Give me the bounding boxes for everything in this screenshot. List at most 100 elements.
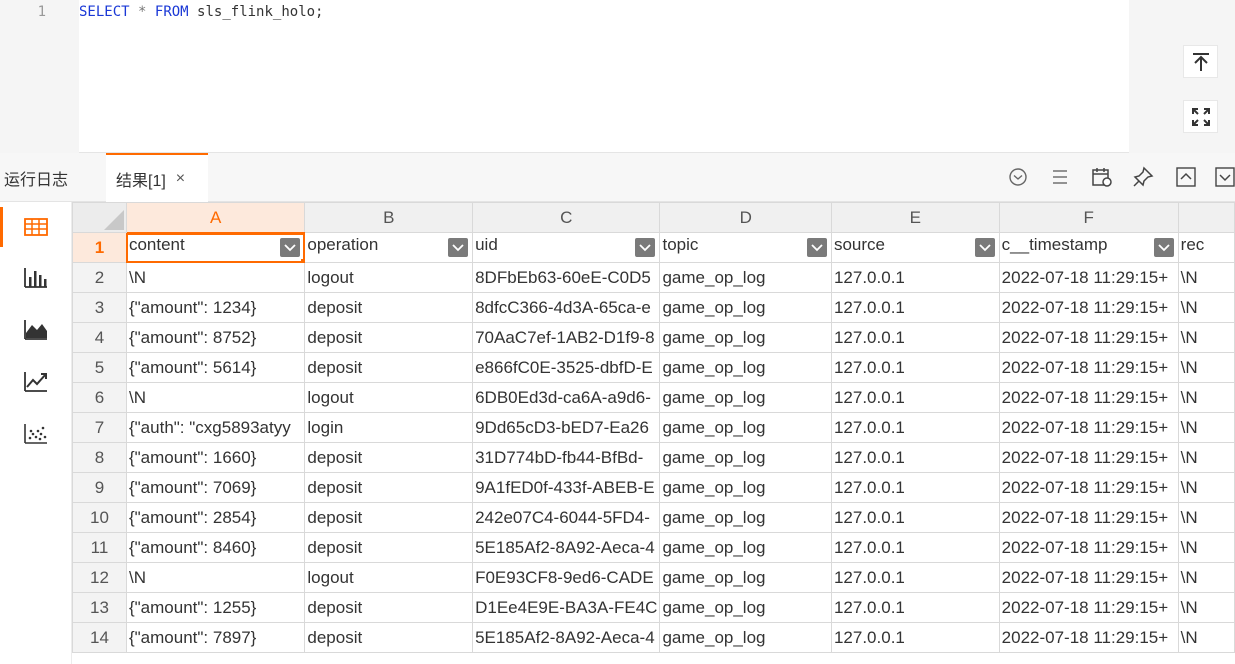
table-cell[interactable]: 31D774bD-fb44-BfBd-: [472, 442, 661, 473]
tab-result[interactable]: 结果[1] ×: [106, 153, 208, 202]
filter-dropdown-icon[interactable]: [280, 238, 301, 257]
table-cell[interactable]: game_op_log: [659, 592, 832, 623]
table-cell[interactable]: 2022-07-18 11:29:15+: [998, 262, 1179, 293]
table-cell[interactable]: {"amount": 2854}: [125, 502, 306, 533]
table-cell[interactable]: 8dfcC366-4d3A-65ca-e: [472, 292, 661, 323]
sql-editor[interactable]: 1 SELECT * FROM sls_flink_holo;: [0, 0, 1235, 153]
table-cell[interactable]: 2022-07-18 11:29:15+: [998, 352, 1179, 383]
table-cell[interactable]: 8DFbEb63-60eE-C0D5: [472, 262, 661, 293]
collapse-down-icon[interactable]: [1213, 165, 1235, 189]
scatter-chart-button[interactable]: [0, 410, 72, 456]
table-cell[interactable]: deposit: [304, 532, 474, 563]
table-cell[interactable]: 127.0.0.1: [830, 292, 1000, 323]
table-cell[interactable]: 2022-07-18 11:29:15+: [998, 592, 1179, 623]
table-cell[interactable]: 127.0.0.1: [830, 442, 1000, 473]
area-chart-button[interactable]: [0, 306, 72, 352]
table-cell[interactable]: {"amount": 1660}: [125, 442, 306, 473]
row-number[interactable]: 6: [72, 382, 127, 413]
table-cell[interactable]: \N: [1177, 352, 1235, 383]
table-cell[interactable]: 127.0.0.1: [830, 352, 1000, 383]
table-cell[interactable]: logout: [304, 262, 474, 293]
table-cell[interactable]: e866fC0E-3525-dbfD-E: [472, 352, 661, 383]
column-header-cell[interactable]: topic: [659, 232, 832, 263]
table-cell[interactable]: 2022-07-18 11:29:15+: [998, 622, 1179, 653]
table-cell[interactable]: \N: [125, 562, 306, 593]
column-letter-header[interactable]: C: [472, 202, 661, 233]
table-cell[interactable]: 127.0.0.1: [830, 262, 1000, 293]
row-number[interactable]: 3: [72, 292, 127, 323]
table-cell[interactable]: deposit: [304, 472, 474, 503]
column-header-cell[interactable]: source: [830, 232, 1000, 263]
filter-dropdown-icon[interactable]: [974, 238, 995, 257]
table-cell[interactable]: 127.0.0.1: [830, 412, 1000, 443]
column-letter-header[interactable]: F: [998, 202, 1179, 233]
table-cell[interactable]: 2022-07-18 11:29:15+: [998, 322, 1179, 353]
table-cell[interactable]: \N: [125, 382, 306, 413]
table-cell[interactable]: login: [304, 412, 474, 443]
filter-dropdown-icon[interactable]: [1153, 238, 1174, 257]
table-cell[interactable]: \N: [1177, 472, 1235, 503]
table-cell[interactable]: \N: [1177, 622, 1235, 653]
table-cell[interactable]: \N: [1177, 562, 1235, 593]
table-cell[interactable]: deposit: [304, 592, 474, 623]
table-cell[interactable]: 2022-07-18 11:29:15+: [998, 382, 1179, 413]
table-cell[interactable]: {"amount": 1255}: [125, 592, 306, 623]
column-header-cell[interactable]: c__timestamp: [998, 232, 1179, 263]
table-cell[interactable]: 2022-07-18 11:29:15+: [998, 502, 1179, 533]
table-cell[interactable]: game_op_log: [659, 382, 832, 413]
table-cell[interactable]: logout: [304, 562, 474, 593]
column-letter-header[interactable]: B: [304, 202, 474, 233]
table-cell[interactable]: game_op_log: [659, 532, 832, 563]
table-cell[interactable]: \N: [1177, 382, 1235, 413]
table-cell[interactable]: {"amount": 7897}: [125, 622, 306, 653]
table-cell[interactable]: game_op_log: [659, 262, 832, 293]
row-number[interactable]: 8: [72, 442, 127, 473]
table-cell[interactable]: 2022-07-18 11:29:15+: [998, 472, 1179, 503]
table-cell[interactable]: game_op_log: [659, 322, 832, 353]
filter-dropdown-icon[interactable]: [448, 238, 469, 257]
row-number[interactable]: 11: [72, 532, 127, 563]
fullscreen-button[interactable]: [1183, 100, 1218, 133]
column-header-cell[interactable]: operation: [304, 232, 474, 263]
table-cell[interactable]: 6DB0Ed3d-ca6A-a9d6-: [472, 382, 661, 413]
table-cell[interactable]: \N: [1177, 292, 1235, 323]
pin-icon[interactable]: [1131, 165, 1155, 189]
table-cell[interactable]: \N: [125, 262, 306, 293]
table-cell[interactable]: game_op_log: [659, 412, 832, 443]
table-cell[interactable]: {"amount": 1234}: [125, 292, 306, 323]
column-header-cell[interactable]: content: [125, 232, 306, 263]
table-cell[interactable]: deposit: [304, 352, 474, 383]
table-cell[interactable]: 9A1fED0f-433f-ABEB-E: [472, 472, 661, 503]
table-cell[interactable]: 127.0.0.1: [830, 532, 1000, 563]
select-all-corner[interactable]: [72, 202, 127, 233]
row-number[interactable]: 7: [72, 412, 127, 443]
table-cell[interactable]: 9Dd65cD3-bED7-Ea26: [472, 412, 661, 443]
sql-code-line[interactable]: SELECT * FROM sls_flink_holo;: [79, 4, 323, 20]
table-cell[interactable]: game_op_log: [659, 502, 832, 533]
row-number[interactable]: 14: [72, 622, 127, 653]
row-number[interactable]: 12: [72, 562, 127, 593]
table-cell[interactable]: \N: [1177, 262, 1235, 293]
table-cell[interactable]: 2022-07-18 11:29:15+: [998, 412, 1179, 443]
table-cell[interactable]: game_op_log: [659, 562, 832, 593]
table-cell[interactable]: \N: [1177, 592, 1235, 623]
table-cell[interactable]: \N: [1177, 502, 1235, 533]
table-cell[interactable]: {"amount": 8460}: [125, 532, 306, 563]
column-letter-header[interactable]: [1177, 202, 1235, 233]
table-cell[interactable]: deposit: [304, 442, 474, 473]
table-cell[interactable]: \N: [1177, 322, 1235, 353]
table-cell[interactable]: deposit: [304, 322, 474, 353]
table-cell[interactable]: {"amount": 8752}: [125, 322, 306, 353]
table-cell[interactable]: 127.0.0.1: [830, 592, 1000, 623]
row-number[interactable]: 9: [72, 472, 127, 503]
column-letter-header[interactable]: D: [659, 202, 832, 233]
collapse-up-icon[interactable]: [1174, 165, 1198, 189]
chevron-down-circle-icon[interactable]: [1006, 165, 1030, 189]
table-cell[interactable]: 127.0.0.1: [830, 562, 1000, 593]
table-cell[interactable]: game_op_log: [659, 622, 832, 653]
table-cell[interactable]: \N: [1177, 532, 1235, 563]
table-cell[interactable]: 127.0.0.1: [830, 472, 1000, 503]
table-cell[interactable]: 127.0.0.1: [830, 502, 1000, 533]
table-cell[interactable]: \N: [1177, 412, 1235, 443]
list-icon[interactable]: [1048, 165, 1072, 189]
